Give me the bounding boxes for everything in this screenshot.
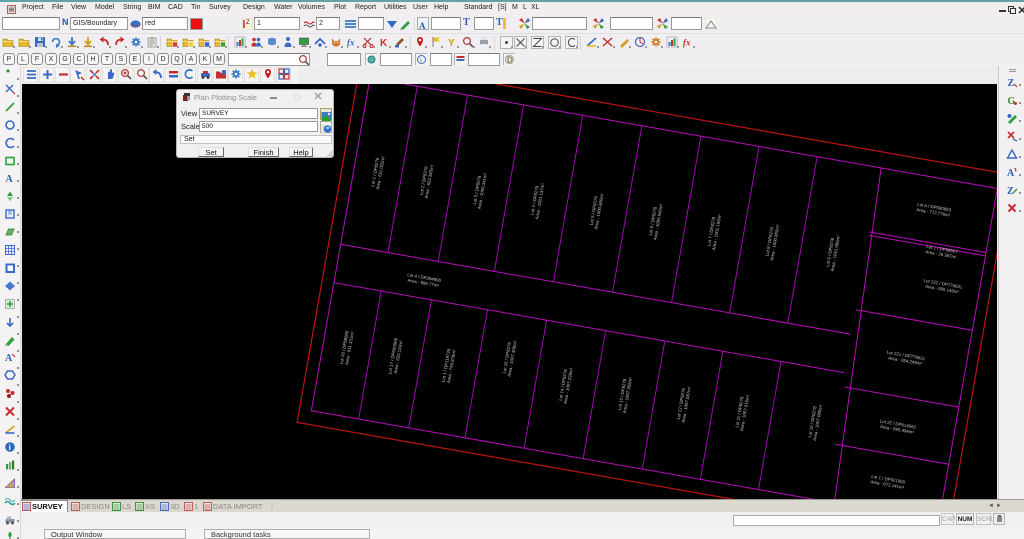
svg-text:A: A: [6, 174, 14, 184]
svg-text:A: A: [419, 21, 426, 31]
svg-text:K: K: [380, 38, 388, 49]
svg-text:fx: fx: [683, 38, 691, 48]
svg-text:Z: Z: [1008, 78, 1015, 88]
svg-text:G: G: [1008, 96, 1016, 106]
svg-text:Z: Z: [246, 20, 250, 26]
svg-text:Y: Y: [448, 38, 455, 49]
svg-text:A: A: [1007, 168, 1015, 178]
svg-text:i: i: [420, 56, 422, 64]
svg-text:D: D: [507, 56, 513, 65]
svg-text:Z: Z: [1007, 186, 1014, 196]
svg-text:fx: fx: [347, 38, 355, 48]
